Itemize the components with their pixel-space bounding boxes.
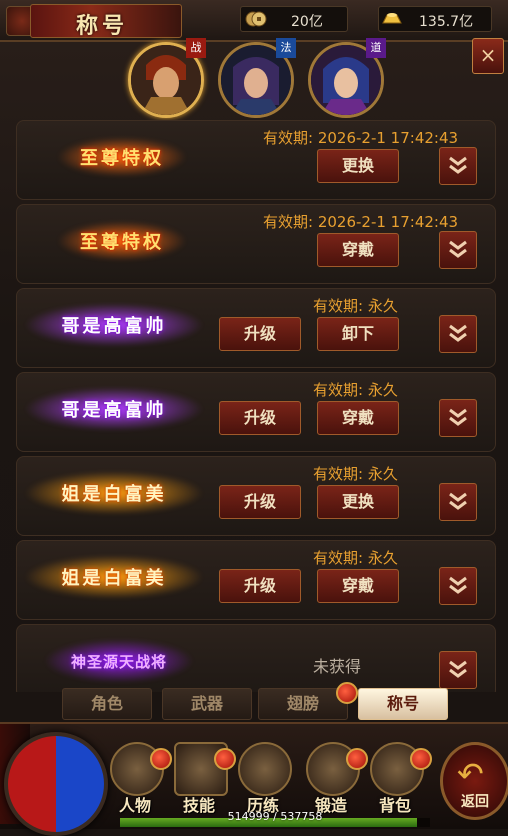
- top-bar: 称号 20亿 135.7亿: [0, 0, 508, 42]
- chevron-down-icon: [449, 660, 467, 678]
- class-tag-warrior: 战: [186, 38, 206, 58]
- validity-text: 有效期: 2026-2-1 17:42:43: [263, 213, 459, 231]
- tab-role[interactable]: 角色: [62, 688, 152, 720]
- chevron-down-icon: [449, 156, 467, 174]
- chevron-down-icon: [449, 492, 467, 510]
- experience-text: 514999 / 537758: [227, 810, 323, 823]
- validity-text: 有效期: 永久: [313, 549, 398, 567]
- upgrade-button[interactable]: 升级: [219, 485, 301, 519]
- alert-dot-icon: [336, 682, 358, 704]
- wear-button[interactable]: 穿戴: [317, 569, 399, 603]
- change-button[interactable]: 更换: [317, 485, 399, 519]
- validity-text: 有效期: 永久: [313, 381, 398, 399]
- title-badge-icon: 姐是白富美: [19, 541, 209, 613]
- expand-button[interactable]: [439, 651, 477, 689]
- expand-button[interactable]: [439, 567, 477, 605]
- change-button[interactable]: 更换: [317, 149, 399, 183]
- validity-text: 有效期: 永久: [313, 465, 398, 483]
- title-row: 姐是白富美 有效期: 永久 升级 穿戴: [16, 540, 496, 620]
- gold-display: 135.7亿: [378, 6, 492, 32]
- coin-amount: 20亿: [291, 14, 323, 30]
- expand-button[interactable]: [439, 147, 477, 185]
- upgrade-button[interactable]: 升级: [219, 569, 301, 603]
- title-badge-icon: 至尊特权: [47, 121, 197, 193]
- title-row: 姐是白富美 有效期: 永久 升级 更换: [16, 456, 496, 536]
- chevron-down-icon: [449, 408, 467, 426]
- alert-dot-icon: [410, 748, 432, 770]
- title-badge-icon: 神圣源天战将: [39, 625, 199, 692]
- tab-weapon[interactable]: 武器: [162, 688, 252, 720]
- return-arrow-icon: ↶: [457, 755, 484, 793]
- close-button[interactable]: ×: [472, 38, 504, 74]
- category-tabs: 角色 武器 翅膀 称号: [0, 682, 508, 722]
- chevron-down-icon: [449, 576, 467, 594]
- coin-display: 20亿: [240, 6, 348, 32]
- title-row: 哥是高富帅 有效期: 永久 升级 卸下: [16, 288, 496, 368]
- tab-title[interactable]: 称号: [358, 688, 448, 720]
- not-obtained-text: 未获得: [313, 657, 362, 676]
- validity-text: 有效期: 永久: [313, 297, 398, 315]
- tab-wings[interactable]: 翅膀: [258, 688, 348, 720]
- wear-button[interactable]: 穿戴: [317, 401, 399, 435]
- upgrade-button[interactable]: 升级: [219, 317, 301, 351]
- back-button[interactable]: ↶ 返回: [440, 742, 508, 820]
- experience-bar: 514999 / 537758: [120, 810, 430, 827]
- coin-icon: [245, 11, 267, 27]
- title-row: 神圣源天战将 未获得: [16, 624, 496, 692]
- title-list[interactable]: 至尊特权 有效期: 2026-2-1 17:42:43 更换 至尊特权 有效期:…: [12, 114, 496, 692]
- title-badge-icon: 哥是高富帅: [19, 289, 209, 361]
- expand-button[interactable]: [439, 231, 477, 269]
- wear-button[interactable]: 穿戴: [317, 233, 399, 267]
- class-tag-taoist: 道: [366, 38, 386, 58]
- page-title: 称号: [76, 13, 129, 39]
- gold-ingot-icon: [382, 13, 402, 24]
- close-icon: ×: [479, 43, 497, 67]
- title-badge-icon: 哥是高富帅: [19, 373, 209, 445]
- upgrade-button[interactable]: 升级: [219, 401, 301, 435]
- remove-button[interactable]: 卸下: [317, 317, 399, 351]
- back-label: 返回: [461, 794, 489, 810]
- chevron-down-icon: [449, 240, 467, 258]
- expand-button[interactable]: [439, 315, 477, 353]
- class-tag-mage: 法: [276, 38, 296, 58]
- title-row: 至尊特权 有效期: 2026-2-1 17:42:43 穿戴: [16, 204, 496, 284]
- chevron-down-icon: [449, 324, 467, 342]
- title-row: 至尊特权 有效期: 2026-2-1 17:42:43 更换: [16, 120, 496, 200]
- title-badge-icon: 姐是白富美: [19, 457, 209, 529]
- expand-button[interactable]: [439, 399, 477, 437]
- expand-button[interactable]: [439, 483, 477, 521]
- title-row: 哥是高富帅 有效期: 永久 升级 穿戴: [16, 372, 496, 452]
- title-badge-icon: 至尊特权: [47, 205, 197, 277]
- armor-icon: [238, 742, 292, 796]
- validity-text: 有效期: 2026-2-1 17:42:43: [263, 129, 459, 147]
- gold-amount: 135.7亿: [419, 14, 474, 30]
- yin-yang-orb-icon[interactable]: [4, 732, 108, 836]
